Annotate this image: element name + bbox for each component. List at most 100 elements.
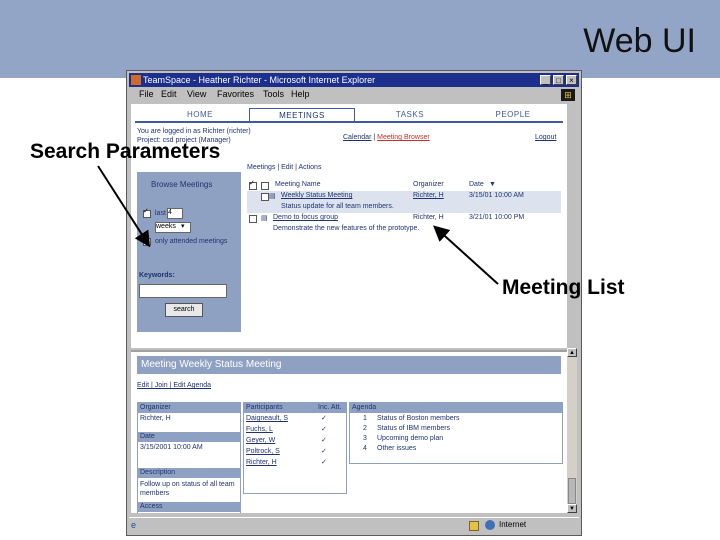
meeting-detail-frame: Meeting Weekly Status Meeting Edit | Joi… [131,352,567,513]
participant-name[interactable]: Fuchs, L [246,426,273,433]
participant-name[interactable]: Richter, H [246,459,277,466]
attended-check-icon: ✓ [321,448,327,455]
only-attended-checkbox[interactable] [143,235,151,246]
scroll-down-icon[interactable]: ▼ [567,504,577,513]
lock-icon [469,521,479,531]
meeting-type-icon: ▤ [261,215,268,222]
globe-icon [485,520,495,530]
user-info-line1: You are logged in as Richter (richter) [137,128,251,135]
menu-edit[interactable]: Edit [161,89,177,99]
menu-view[interactable]: View [187,89,206,99]
meeting-organizer[interactable]: Richter, H [413,192,444,199]
ie-page-icon: e [131,520,137,530]
nav-meeting-browser-link[interactable]: Meeting Browser [377,134,430,141]
agenda-number: 3 [363,435,367,442]
tab-meetings[interactable]: MEETINGS [249,108,355,122]
agenda-number: 4 [363,445,367,452]
menu-bar: File Edit View Favorites Tools Help ⊞ [129,88,579,102]
logout-link[interactable]: Logout [535,134,556,141]
organizer-label: Organizer [138,403,240,413]
row-checkbox[interactable] [249,215,257,223]
maximize-icon[interactable]: □ [553,75,564,85]
agenda-number: 2 [363,425,367,432]
description-label: Description [138,468,240,478]
nav-calendar-link[interactable]: Calendar [343,134,371,141]
date-value: 3/15/2001 10:00 AM [140,444,203,451]
participants-header: Participants Inc. Att. [244,403,346,413]
meeting-date: 3/21/01 10:00 PM [469,214,525,221]
chevron-down-icon[interactable]: ▾ [181,222,185,230]
meeting-note: Demonstrate the new features of the prot… [273,225,420,232]
unit-select[interactable]: weeks [155,222,191,233]
participant-name[interactable]: Daigneault, S [246,415,288,422]
ie-app-icon [131,75,141,85]
window-titlebar[interactable]: TeamSpace - Heather Richter - Microsoft … [129,73,579,87]
meeting-detail-title: Meeting Weekly Status Meeting [137,356,561,374]
select-all-checkbox[interactable] [249,179,257,190]
attended-check-icon: ✓ [321,426,327,433]
column-meeting-name[interactable]: Meeting Name [275,181,321,188]
only-attended-label: only attended meetings [155,238,228,245]
attended-check-icon: ✓ [321,459,327,466]
search-button[interactable]: search [165,303,203,317]
date-label: Date [138,432,240,442]
participants-label: Participants [246,404,283,411]
table-row[interactable]: ▤ Weekly Status Meeting Richter, H 3/15/… [247,191,561,202]
agenda-item: Upcoming demo plan [377,435,444,442]
row-checkbox[interactable] [261,193,269,201]
window-title: TeamSpace - Heather Richter - Microsoft … [143,75,376,85]
column-date[interactable]: Date [469,181,484,188]
last-checkbox[interactable] [143,207,151,218]
agenda-item: Status of IBM members [377,425,451,432]
nav-separator: | [373,134,376,141]
organizer-value: Richter, H [140,415,171,422]
agenda-item: Status of Boston members [377,415,460,422]
meeting-organizer: Richter, H [413,214,444,221]
browse-title: Browse Meetings [151,180,213,189]
sort-desc-icon[interactable]: ▼ [489,181,496,188]
agenda-item: Other issues [377,445,417,452]
breadcrumb[interactable]: Meetings | Edit | Actions [247,164,321,171]
meeting-list-header: Meeting Name Organizer Date ▼ [247,179,561,191]
tab-people[interactable]: PEOPLE [483,108,543,121]
browse-meetings-panel: Browse Meetings last 4 weeks ▾ only atte… [137,172,241,332]
access-label: Access [138,502,240,512]
meeting-name-link[interactable]: Demo to focus group [273,214,338,221]
tab-tasks[interactable]: TASKS [375,108,445,121]
menu-favorites[interactable]: Favorites [217,89,254,99]
callout-meeting-list: Meeting List [502,276,625,299]
menu-help[interactable]: Help [291,89,310,99]
minimize-icon[interactable]: _ [540,75,551,85]
meeting-name-link[interactable]: Weekly Status Meeting [281,192,352,199]
detail-scrollbar[interactable]: ▲ ▼ [567,348,577,513]
last-label: last [155,210,166,217]
tab-home[interactable]: HOME [175,108,225,121]
status-bar: e Internet [129,517,579,534]
meeting-type-icon: ▤ [269,193,276,200]
participant-name[interactable]: Poltrock, S [246,448,280,455]
security-zone: Internet [499,520,527,529]
table-row[interactable]: ▤ Demo to focus group Richter, H 3/21/01… [247,213,561,224]
attended-check-icon: ✓ [321,437,327,444]
meeting-note-row: Demonstrate the new features of the prot… [247,224,561,235]
slide-title: Web UI [583,22,696,60]
meeting-note-row: Status update for all team members. [247,202,561,213]
callout-search-parameters: Search Parameters [30,140,221,163]
attended-label: Inc. Att. [318,404,342,411]
tab-underline [135,121,563,123]
windows-logo-icon: ⊞ [561,89,575,101]
agenda-number: 1 [363,415,367,422]
close-icon[interactable]: × [566,75,577,85]
last-count-input[interactable]: 4 [167,208,183,219]
scroll-up-icon[interactable]: ▲ [567,348,577,357]
deselect-all-checkbox[interactable] [261,182,269,190]
agenda-label: Agenda [350,403,562,413]
menu-tools[interactable]: Tools [263,89,284,99]
keywords-input[interactable] [139,284,227,298]
menu-file[interactable]: File [139,89,154,99]
scroll-thumb[interactable] [568,478,576,504]
participant-name[interactable]: Geyer, W [246,437,275,444]
detail-action-links[interactable]: Edit | Join | Edit Agenda [137,382,211,389]
meeting-date: 3/15/01 10:00 AM [469,192,524,199]
column-organizer[interactable]: Organizer [413,181,444,188]
